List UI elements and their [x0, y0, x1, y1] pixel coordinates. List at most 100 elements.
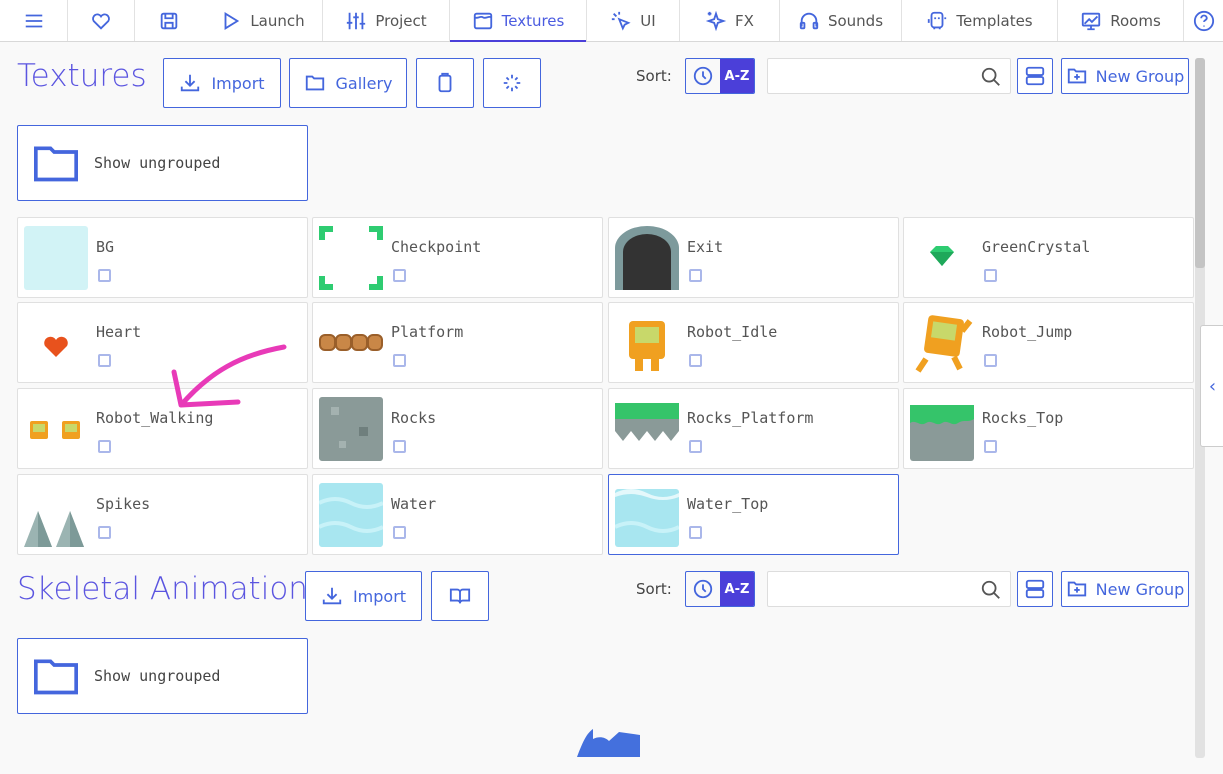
- layout-toggle-button[interactable]: [1017, 58, 1053, 94]
- texture-thumbnail: [615, 226, 679, 290]
- texture-card[interactable]: Checkpoint: [312, 217, 603, 298]
- docs-button[interactable]: [431, 571, 489, 621]
- select-checkbox[interactable]: [393, 440, 406, 453]
- tab-sounds[interactable]: Sounds: [780, 0, 902, 41]
- texture-thumbnail: [24, 511, 84, 547]
- select-checkbox[interactable]: [984, 269, 997, 282]
- tab-project[interactable]: Project: [323, 0, 450, 41]
- texture-name: Robot_Walking: [96, 409, 214, 427]
- texture-name: Rocks_Top: [982, 409, 1064, 427]
- select-checkbox[interactable]: [689, 269, 702, 282]
- clock-icon: [693, 579, 713, 599]
- sort-by-date[interactable]: [686, 572, 720, 606]
- help-button[interactable]: [1184, 0, 1223, 41]
- texture-name: Spikes: [96, 495, 151, 513]
- select-checkbox[interactable]: [689, 440, 702, 453]
- tab-ui[interactable]: UI: [587, 0, 680, 41]
- show-ungrouped-folder[interactable]: Show ungrouped: [17, 125, 308, 201]
- heart-icon: [92, 13, 110, 30]
- texture-thumbnail: [44, 336, 68, 357]
- textures-title: Textures: [17, 58, 147, 94]
- skeletal-title: Skeletal Animation: [17, 571, 308, 607]
- sort-toggle[interactable]: A-Z: [685, 571, 755, 607]
- select-checkbox[interactable]: [393, 354, 406, 367]
- new-group-button[interactable]: New Group: [1061, 571, 1189, 607]
- texture-card[interactable]: GreenCrystal: [903, 217, 1194, 298]
- texture-name: BG: [96, 238, 115, 256]
- texture-thumbnail: [910, 405, 974, 461]
- favorite-button[interactable]: [68, 0, 135, 41]
- texture-card[interactable]: BG: [17, 217, 308, 298]
- side-panel-toggle[interactable]: ‹: [1200, 325, 1223, 447]
- texture-card[interactable]: Rocks_Platform: [608, 388, 899, 469]
- folder-plus-icon: [1067, 68, 1086, 84]
- menu-button[interactable]: [0, 0, 68, 41]
- texture-card[interactable]: Rocks_Top: [903, 388, 1194, 469]
- texture-thumbnail: [319, 334, 383, 351]
- texture-card[interactable]: Water: [312, 474, 603, 555]
- texture-card[interactable]: Heart: [17, 302, 308, 383]
- new-group-button[interactable]: New Group: [1061, 58, 1189, 94]
- select-checkbox[interactable]: [393, 269, 406, 282]
- scrollbar-thumb[interactable]: [1195, 58, 1205, 268]
- texture-name: Robot_Idle: [687, 323, 778, 341]
- sparkles-icon: [705, 10, 727, 31]
- sliders-icon: [347, 12, 366, 29]
- select-checkbox[interactable]: [689, 526, 702, 539]
- layout-toggle-button[interactable]: [1017, 571, 1053, 607]
- folder-plus-icon: [1067, 581, 1086, 597]
- select-checkbox[interactable]: [393, 526, 406, 539]
- texture-name: Water_Top: [687, 495, 769, 513]
- paste-button[interactable]: [416, 58, 474, 108]
- gallery-button[interactable]: Gallery: [289, 58, 407, 108]
- search-input[interactable]: [767, 58, 1011, 94]
- texture-card[interactable]: Robot_Jump: [903, 302, 1194, 383]
- texture-card[interactable]: Robot_Walking: [17, 388, 308, 469]
- texture-card[interactable]: Exit: [608, 217, 899, 298]
- show-ungrouped-folder[interactable]: Show ungrouped: [17, 638, 308, 714]
- loading-button[interactable]: [483, 58, 541, 108]
- texture-card[interactable]: Rocks: [312, 388, 603, 469]
- select-checkbox[interactable]: [98, 440, 111, 453]
- tab-textures[interactable]: Textures: [450, 0, 587, 42]
- folder-icon: [34, 146, 78, 182]
- tab-rooms[interactable]: Rooms: [1058, 0, 1184, 41]
- texture-thumbnail: [930, 246, 954, 266]
- texture-name: Water: [391, 495, 437, 513]
- room-icon: [1082, 12, 1101, 30]
- play-icon: [224, 11, 240, 30]
- tab-templates[interactable]: Templates: [902, 0, 1058, 41]
- tab-fx[interactable]: FX: [680, 0, 780, 41]
- texture-thumbnail: [24, 226, 88, 290]
- clock-icon: [693, 66, 713, 86]
- select-checkbox[interactable]: [98, 354, 111, 367]
- save-button[interactable]: [135, 0, 203, 41]
- save-icon: [160, 12, 178, 29]
- sort-by-name[interactable]: A-Z: [720, 572, 754, 606]
- texture-icon: [473, 12, 492, 29]
- texture-name: GreenCrystal: [982, 238, 1091, 256]
- import-button[interactable]: Import: [163, 58, 281, 108]
- texture-card[interactable]: Platform: [312, 302, 603, 383]
- skeletal-import-button[interactable]: Import: [305, 571, 422, 621]
- search-input[interactable]: [767, 571, 1011, 607]
- texture-thumbnail: [319, 397, 383, 461]
- texture-card[interactable]: Robot_Idle: [608, 302, 899, 383]
- mascot-logo: [577, 729, 640, 757]
- select-checkbox[interactable]: [984, 440, 997, 453]
- texture-thumbnail: [615, 489, 679, 547]
- tab-launch[interactable]: Launch: [203, 0, 323, 41]
- sort-by-date[interactable]: [686, 59, 720, 93]
- texture-name: Robot_Jump: [982, 323, 1073, 341]
- sort-toggle[interactable]: A-Z: [685, 58, 755, 94]
- select-checkbox[interactable]: [984, 354, 997, 367]
- texture-name: Rocks_Platform: [687, 409, 814, 427]
- select-checkbox[interactable]: [98, 526, 111, 539]
- texture-card[interactable]: Water_Top: [608, 474, 899, 555]
- texture-name: Heart: [96, 323, 142, 341]
- select-checkbox[interactable]: [98, 269, 111, 282]
- texture-card[interactable]: Spikes: [17, 474, 308, 555]
- select-checkbox[interactable]: [689, 354, 702, 367]
- sort-by-name[interactable]: A-Z: [720, 59, 754, 93]
- texture-thumbnail: [319, 226, 383, 290]
